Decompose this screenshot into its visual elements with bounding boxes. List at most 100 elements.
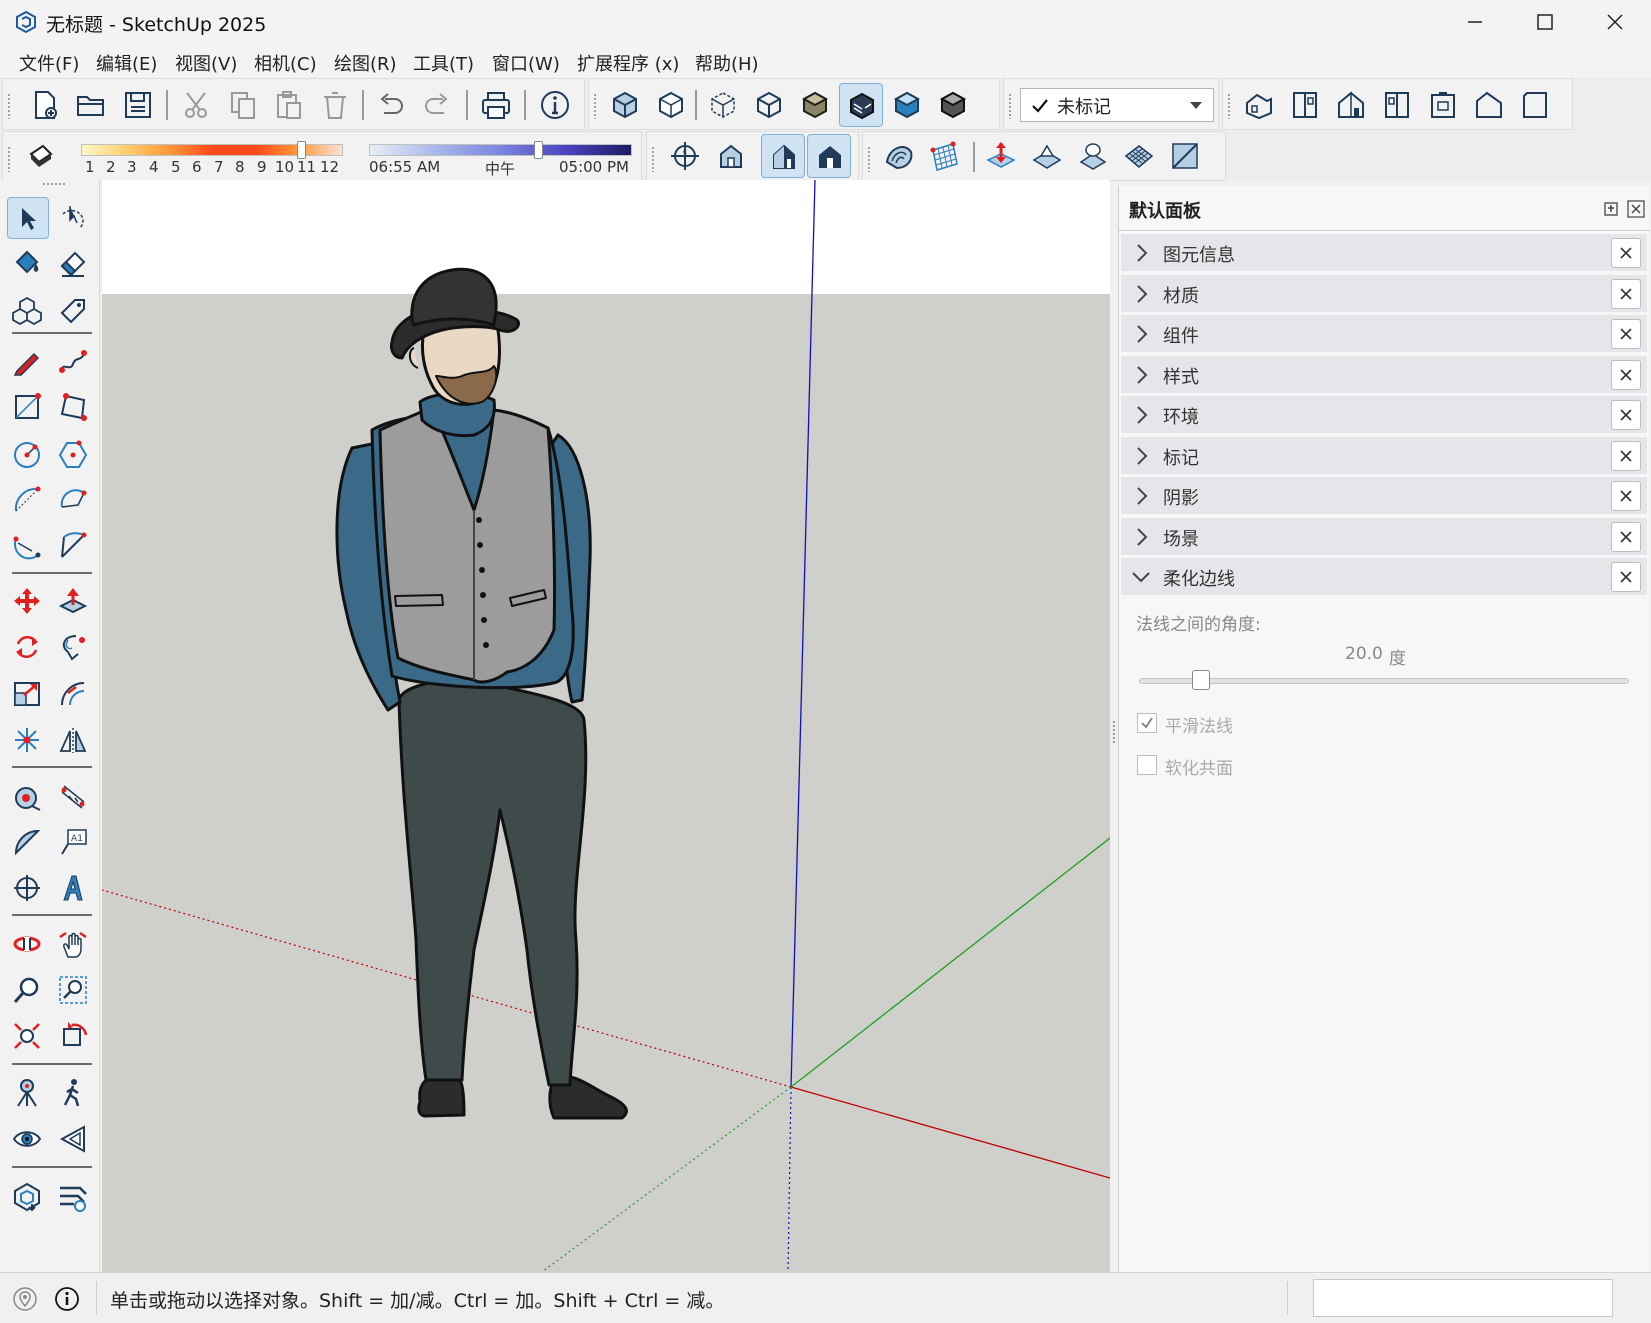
panel-components[interactable]: 组件 (1121, 315, 1647, 353)
delete-button[interactable] (313, 83, 357, 127)
solid-tools-tool[interactable] (7, 720, 49, 762)
maximize-button[interactable] (1510, 0, 1580, 44)
look-around-tool[interactable] (7, 1119, 49, 1161)
paste-button[interactable] (267, 83, 311, 127)
panel-entity-info[interactable]: 图元信息 (1121, 234, 1647, 272)
time-slider[interactable] (369, 141, 632, 159)
view-top-button[interactable] (649, 83, 693, 127)
panel-close-button[interactable] (1611, 481, 1641, 511)
pan-tool[interactable] (53, 924, 95, 966)
axes-tool[interactable] (7, 868, 49, 910)
copy-button[interactable] (221, 83, 265, 127)
extension-warehouse-tool[interactable] (53, 1177, 95, 1219)
from-contours-button[interactable] (877, 134, 921, 178)
angle-slider-thumb[interactable] (1192, 670, 1210, 690)
soften-coplanar-checkbox[interactable] (1137, 755, 1157, 775)
3d-text-tool[interactable] (53, 868, 95, 910)
section-front-button[interactable] (1283, 83, 1327, 127)
toolbar-grip[interactable] (7, 146, 11, 172)
panel-environment[interactable]: 环境 (1121, 396, 1647, 434)
new-file-button[interactable] (23, 83, 67, 127)
from-scratch-button[interactable] (923, 134, 967, 178)
toolbar-grip[interactable] (7, 93, 11, 119)
panel-close-button[interactable] (1611, 400, 1641, 430)
minimize-button[interactable] (1440, 0, 1510, 44)
smooth-normals-checkbox[interactable] (1137, 713, 1157, 733)
polygon-tool[interactable] (53, 434, 95, 476)
redo-button[interactable] (415, 83, 459, 127)
flip-tool[interactable] (53, 720, 95, 762)
perspective-button[interactable] (761, 134, 805, 178)
measurements-box[interactable] (1313, 1279, 1613, 1317)
view-iso-button[interactable] (603, 83, 647, 127)
menu-tools[interactable]: 工具(T) (412, 48, 475, 78)
instructor-button[interactable] (54, 1286, 80, 1312)
circle-tool[interactable] (7, 434, 49, 476)
panel-close-button[interactable] (1611, 522, 1641, 552)
section-back-button[interactable] (1421, 83, 1465, 127)
offset-tool[interactable] (53, 674, 95, 716)
house-outline-button[interactable] (1467, 83, 1511, 127)
month-slider[interactable] (81, 141, 343, 159)
add-detail-button[interactable] (1117, 134, 1161, 178)
stamp-button[interactable] (1025, 134, 1069, 178)
section-side-button[interactable] (1375, 83, 1419, 127)
panel-close-button[interactable] (1611, 279, 1641, 309)
house-front-button[interactable] (1329, 83, 1373, 127)
panel-soften-edges[interactable]: 柔化边线 (1121, 558, 1647, 596)
style-wireframe-button[interactable] (747, 83, 791, 127)
lasso-select-tool[interactable] (53, 197, 95, 239)
previous-view-tool[interactable] (53, 1016, 95, 1058)
tray-close-button[interactable] (1627, 200, 1645, 218)
menu-edit[interactable]: 编辑(E) (95, 48, 158, 78)
freehand-tool[interactable] (53, 341, 95, 383)
panel-shadows[interactable]: 阴影 (1121, 477, 1647, 515)
zoom-tool[interactable] (7, 970, 49, 1012)
cut-button[interactable] (175, 83, 219, 127)
geo-location-button[interactable] (12, 1286, 38, 1312)
select-tool[interactable] (7, 197, 49, 239)
menu-draw[interactable]: 绘图(R) (333, 48, 398, 78)
model-info-button[interactable] (533, 83, 577, 127)
make-component-tool[interactable] (7, 290, 49, 332)
tag-select[interactable]: 未标记 (1020, 88, 1214, 122)
panel-scenes[interactable]: 场景 (1121, 518, 1647, 556)
panel-tags[interactable]: 标记 (1121, 437, 1647, 475)
text-label-tool[interactable]: A1 (53, 822, 95, 864)
follow-me-tool[interactable] (53, 627, 95, 669)
flip-edge-button[interactable] (1163, 134, 1207, 178)
dimension-tool[interactable] (53, 777, 95, 819)
toolbar-grip[interactable] (1227, 93, 1231, 119)
panel-close-button[interactable] (1611, 441, 1641, 471)
menu-view[interactable]: 视图(V) (174, 48, 238, 78)
push-pull-tool[interactable] (53, 581, 95, 623)
scale-tool[interactable] (7, 674, 49, 716)
rotate-tool[interactable] (7, 627, 49, 669)
style-monochrome-button[interactable] (885, 83, 929, 127)
style-shaded-button[interactable] (793, 83, 837, 127)
tray-pin-button[interactable] (1602, 200, 1620, 218)
toolbar-grip[interactable] (867, 146, 871, 172)
zoom-window-tool[interactable] (53, 970, 95, 1012)
drape-button[interactable] (1071, 134, 1115, 178)
rotated-rectangle-tool[interactable] (53, 387, 95, 429)
panel-close-button[interactable] (1611, 238, 1641, 268)
palette-grip[interactable] (42, 182, 66, 186)
position-camera-button[interactable]: C (663, 134, 707, 178)
toolbar-grip[interactable] (593, 93, 597, 119)
tray-resize-handle[interactable] (1112, 720, 1116, 744)
style-hidden-line-button[interactable] (931, 83, 975, 127)
menu-window[interactable]: 窗口(W) (491, 48, 561, 78)
month-slider-thumb[interactable] (297, 141, 306, 159)
move-tool[interactable] (7, 581, 49, 623)
smoove-button[interactable] (979, 134, 1023, 178)
menu-help[interactable]: 帮助(H) (694, 48, 760, 78)
menu-extensions[interactable]: 扩展程序 (x) (576, 48, 680, 78)
tape-measure-tool[interactable] (7, 777, 49, 819)
walk-tool[interactable] (53, 1073, 95, 1115)
menu-camera[interactable]: 相机(C) (253, 48, 318, 78)
save-button[interactable] (116, 83, 160, 127)
panel-close-button[interactable] (1611, 360, 1641, 390)
paint-bucket-tool[interactable] (7, 243, 49, 285)
zoom-extents-view-button[interactable] (709, 134, 753, 178)
